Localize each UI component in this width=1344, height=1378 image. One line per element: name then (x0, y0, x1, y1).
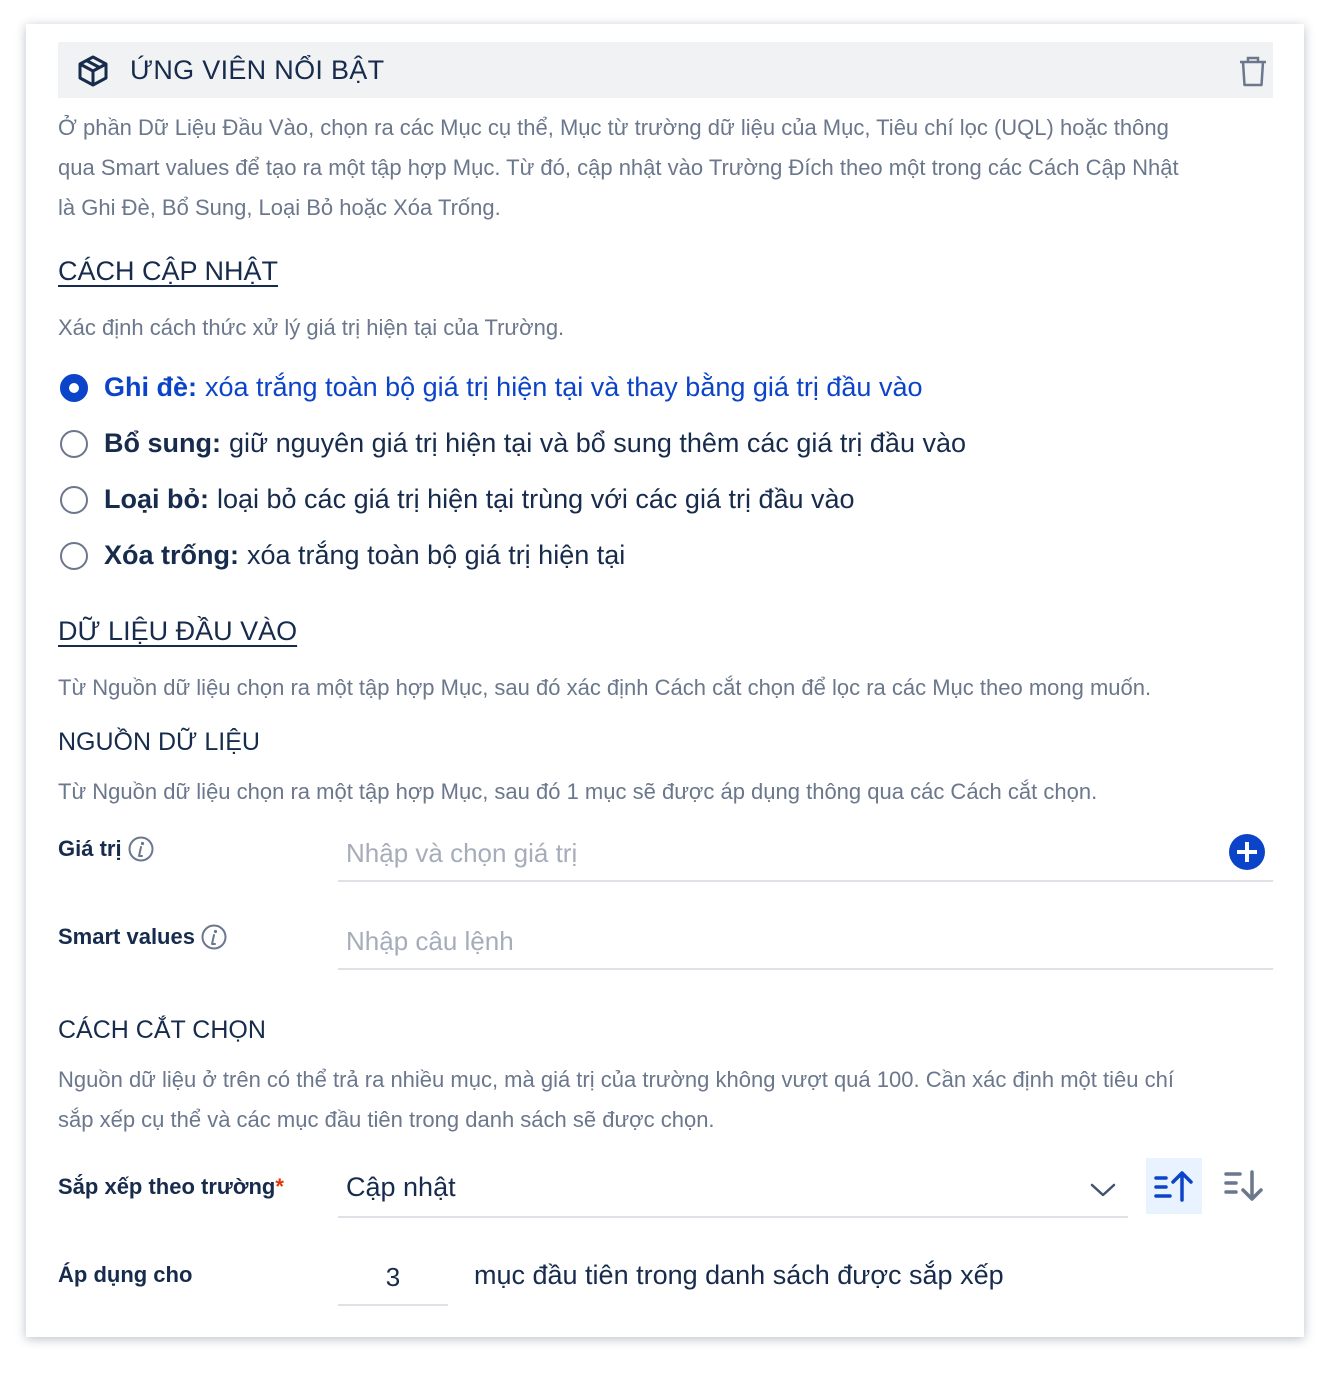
apply-count-input[interactable] (338, 1250, 448, 1304)
value-field (338, 826, 1273, 882)
radio-label: Xóa trống: (104, 540, 239, 570)
radio-selected-icon[interactable] (60, 373, 88, 402)
featured-candidates-card: ỨNG VIÊN NỔI BẬT Ở phần Dữ Liệu Đầu Vào,… (26, 24, 1304, 1337)
card-title: ỨNG VIÊN NỔI BẬT (130, 55, 385, 85)
value-input[interactable] (338, 826, 1273, 880)
smart-values-label: Smart values (58, 924, 227, 950)
source-description: Từ Nguồn dữ liệu chọn ra một tập hợp Mục… (58, 779, 1098, 804)
cut-description-line: Nguồn dữ liệu ở trên có thể trả ra nhiều… (58, 1067, 1174, 1092)
update-mode-title: CÁCH CẬP NHẬT (58, 256, 279, 286)
card-header: ỨNG VIÊN NỔI BẬT (58, 42, 1273, 98)
radio-text: xóa trắng toàn bộ giá trị hiện tại (247, 540, 626, 570)
cut-title: CÁCH CẮT CHỌN (58, 1016, 266, 1044)
radio-unselected-icon[interactable] (60, 485, 88, 514)
sort-descending-button[interactable] (1216, 1158, 1272, 1214)
intro-text: Ở phần Dữ Liệu Đầu Vào, chọn ra các Mục … (58, 108, 1288, 228)
input-data-title: DỮ LIỆU ĐẦU VÀO (58, 616, 298, 646)
cut-description-line: sắp xếp cụ thể và các mục đầu tiên trong… (58, 1107, 715, 1132)
apply-label: Áp dụng cho (58, 1262, 193, 1287)
radio-unselected-icon[interactable] (60, 541, 88, 570)
intro-line: Ở phần Dữ Liệu Đầu Vào, chọn ra các Mục … (58, 115, 1169, 140)
info-icon[interactable] (128, 836, 154, 862)
smart-values-input[interactable] (338, 914, 1273, 968)
apply-count-field (338, 1250, 448, 1306)
radio-label: Ghi đè: (104, 372, 197, 402)
sort-field-select[interactable]: Cập nhật (338, 1162, 1128, 1218)
sort-ascending-button[interactable] (1146, 1158, 1202, 1214)
add-value-icon[interactable] (1229, 834, 1265, 870)
radio-text: loại bỏ các giá trị hiện tại trùng với c… (216, 484, 855, 514)
smart-values-label-text: Smart values (58, 924, 195, 949)
sort-field-label: Sắp xếp theo trường * (58, 1174, 284, 1200)
intro-line: qua Smart values để tạo ra một tập hợp M… (58, 155, 1179, 180)
radio-label: Bổ sung: (104, 428, 221, 458)
source-title: NGUỒN DỮ LIỆU (58, 728, 260, 756)
info-icon[interactable] (201, 924, 227, 950)
trash-icon[interactable] (1236, 54, 1270, 88)
intro-line: là Ghi Đè, Bổ Sung, Loại Bỏ hoặc Xóa Trố… (58, 195, 501, 220)
box-icon (78, 55, 108, 87)
sort-ascending-icon (1154, 1171, 1193, 1202)
smart-values-field (338, 914, 1273, 970)
radio-clear[interactable]: Xóa trống: xóa trắng toàn bộ giá trị hiệ… (60, 540, 625, 571)
radio-unselected-icon[interactable] (60, 429, 88, 458)
radio-text: xóa trắng toàn bộ giá trị hiện tại và th… (205, 372, 923, 402)
chevron-down-icon (1090, 1183, 1116, 1197)
radio-overwrite[interactable]: Ghi đè: xóa trắng toàn bộ giá trị hiện t… (60, 372, 922, 403)
required-mark: * (275, 1174, 284, 1199)
update-mode-description: Xác định cách thức xử lý giá trị hiện tạ… (58, 315, 565, 340)
input-data-description: Từ Nguồn dữ liệu chọn ra một tập hợp Mục… (58, 675, 1152, 700)
cut-description: Nguồn dữ liệu ở trên có thể trả ra nhiều… (58, 1060, 1298, 1140)
apply-suffix: mục đầu tiên trong danh sách được sắp xế… (474, 1260, 1004, 1290)
radio-text: giữ nguyên giá trị hiện tại và bổ sung t… (228, 428, 966, 458)
radio-append[interactable]: Bổ sung: giữ nguyên giá trị hiện tại và … (60, 428, 966, 459)
radio-remove[interactable]: Loại bỏ: loại bỏ các giá trị hiện tại tr… (60, 484, 855, 515)
sort-field-value: Cập nhật (346, 1172, 456, 1202)
radio-label: Loại bỏ: (104, 484, 209, 514)
sort-field-label-text: Sắp xếp theo trường (58, 1174, 276, 1199)
sort-descending-icon (1224, 1170, 1263, 1201)
value-label: Giá trị (58, 836, 154, 862)
value-label-text: Giá trị (58, 836, 122, 861)
